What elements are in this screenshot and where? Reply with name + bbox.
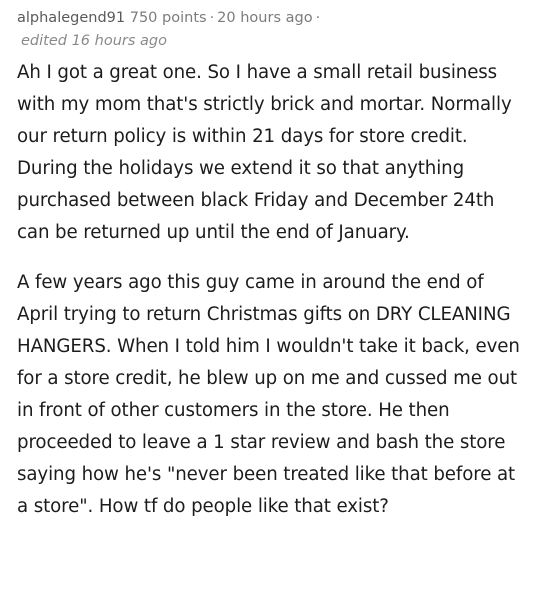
separator-dot: · — [209, 10, 215, 26]
score: 750 points — [129, 10, 207, 26]
comment-paragraph: Ah I got a great one. So I have a small … — [17, 62, 512, 243]
comment: alphalegend91 750 points · 20 hours ago · e… — [0, 0, 540, 598]
separator-dot-end: · — [315, 10, 321, 26]
comment-meta: alphalegend91 750 points · 20 hours ago · — [17, 8, 530, 28]
comment-paragraph: A few years ago this guy came in around … — [17, 272, 520, 517]
author-username[interactable]: alphalegend91 — [17, 10, 125, 26]
edited-timestamp: edited 16 hours ago — [21, 33, 167, 49]
comment-timestamp[interactable]: 20 hours ago — [217, 10, 312, 26]
